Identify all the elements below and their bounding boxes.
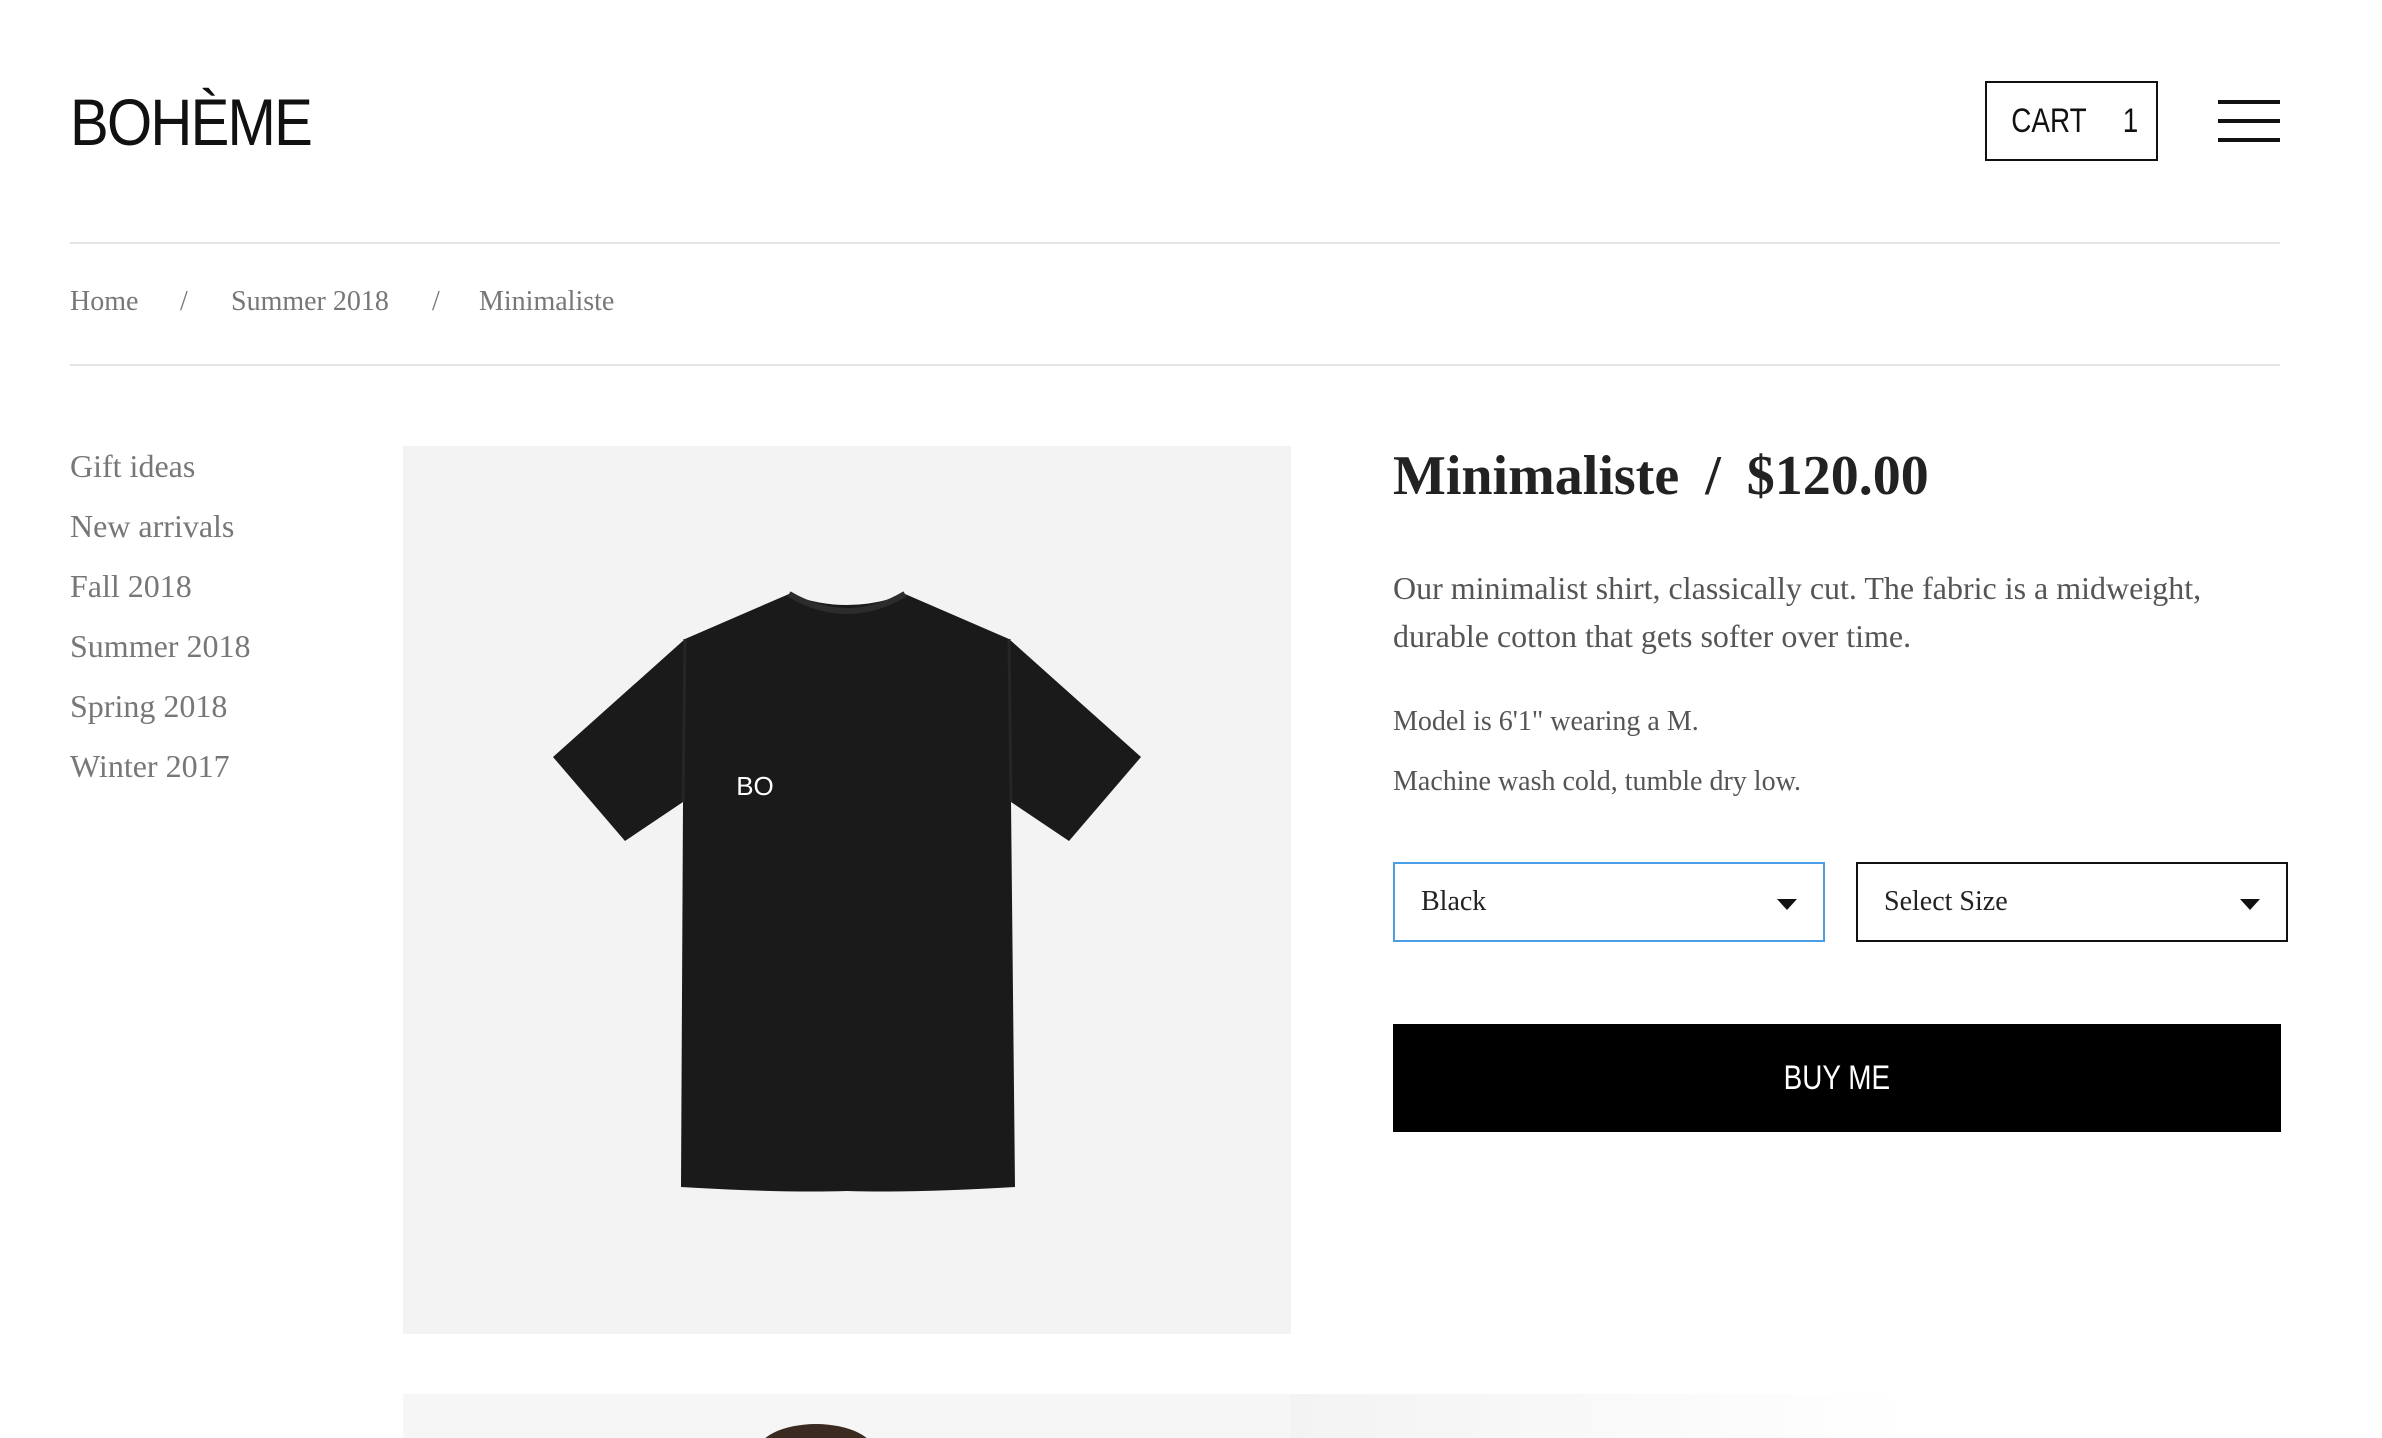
header-divider [70, 242, 2280, 244]
breadcrumb-home[interactable]: Home [70, 286, 138, 318]
product-image[interactable]: BO [403, 446, 1291, 1334]
breadcrumb-current: Minimaliste [479, 286, 615, 317]
model-head-shape [756, 1424, 876, 1438]
sidebar-item-fall-2018[interactable]: Fall 2018 [70, 562, 250, 622]
product-description: Our minimalist shirt, classically cut. T… [1393, 570, 2202, 654]
chevron-down-icon [1777, 899, 1797, 910]
sidebar-item-winter-2017[interactable]: Winter 2017 [70, 742, 250, 802]
chevron-down-icon [2240, 899, 2260, 910]
cart-label: CART [2011, 101, 2087, 140]
buy-button[interactable]: BUY ME [1393, 1024, 2281, 1132]
brand-logo[interactable]: BOHÈME [70, 82, 313, 162]
model-note: Model is 6'1" wearing a M. [1393, 706, 1699, 737]
sidebar-item-new-arrivals[interactable]: New arrivals [70, 502, 250, 562]
breadcrumb-divider [70, 364, 2280, 366]
tshirt-image: BO [553, 591, 1141, 1192]
breadcrumb-separator: / [180, 286, 188, 317]
product-name: Minimaliste [1393, 445, 1680, 507]
sidebar-item-gift-ideas[interactable]: Gift ideas [70, 442, 250, 502]
sidebar-item-spring-2018[interactable]: Spring 2018 [70, 682, 250, 742]
care-note: Machine wash cold, tumble dry low. [1393, 766, 1801, 797]
image-shadow [1291, 1394, 1911, 1438]
size-select[interactable]: Select Size [1856, 862, 2288, 942]
breadcrumb-summer-2018[interactable]: Summer 2018 [231, 286, 389, 318]
cart-button[interactable]: CART 1 [1985, 81, 2158, 161]
tshirt-shape [553, 594, 1141, 1192]
product-title: Minimaliste / $120.00 [1393, 440, 1929, 512]
tshirt-sleeve-seam-left [681, 638, 687, 803]
color-select[interactable]: Black [1393, 862, 1825, 942]
tshirt-print: BO [736, 771, 774, 801]
title-separator: / [1705, 445, 1721, 507]
color-select-value: Black [1421, 886, 1487, 917]
size-select-value: Select Size [1884, 886, 2008, 917]
category-sidebar: Gift ideas New arrivals Fall 2018 Summer… [70, 442, 250, 802]
buy-button-label: BUY ME [1783, 1058, 1891, 1097]
sidebar-item-summer-2018[interactable]: Summer 2018 [70, 622, 250, 682]
cart-count: 1 [2122, 101, 2139, 140]
product-price: $120.00 [1746, 445, 1929, 507]
breadcrumb-separator: / [432, 286, 440, 317]
hamburger-menu-icon[interactable] [2218, 100, 2280, 142]
tshirt-sleeve-seam-right [1007, 638, 1013, 803]
product-image-secondary[interactable] [403, 1394, 1291, 1438]
